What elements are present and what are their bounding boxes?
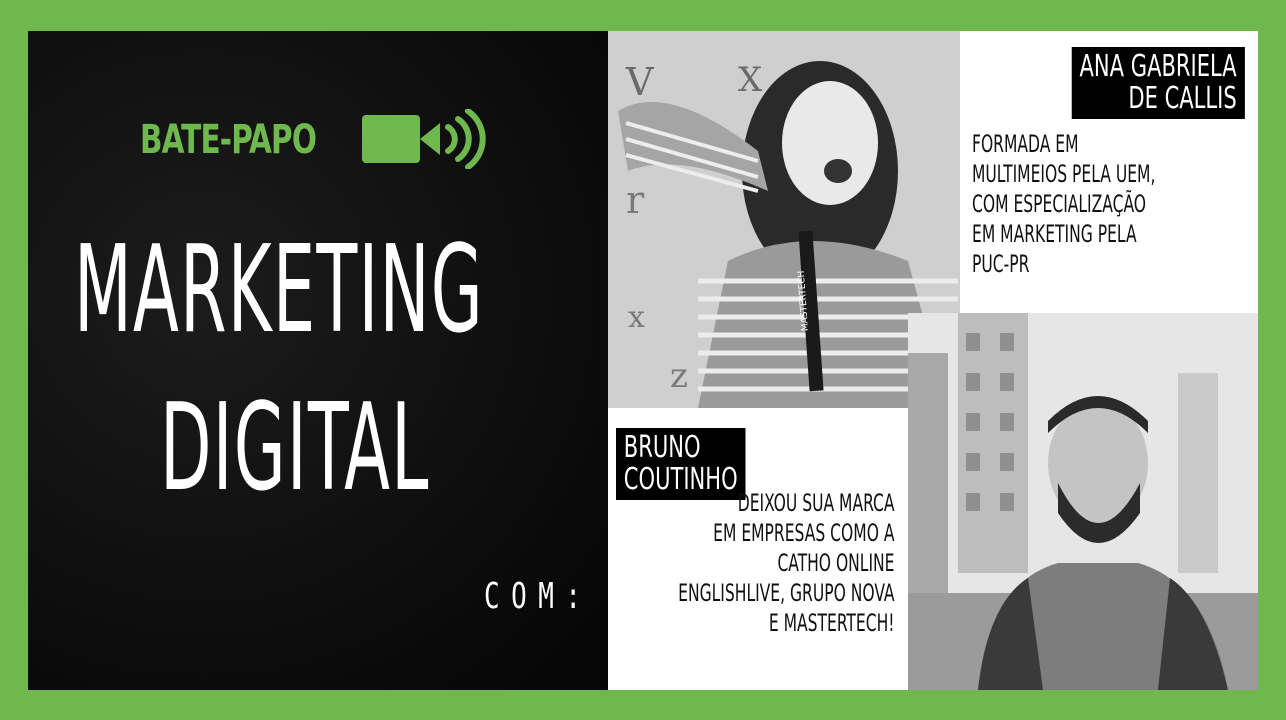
speaker2-bio-line: ENGLISHLIVE, GRUPO NOVA <box>677 579 894 607</box>
banner: BATE-PAPO MARKETING DIGITAL COM: V X r x… <box>28 31 1258 690</box>
speaker1-bio-line: EM MARKETING PELA <box>972 220 1137 248</box>
speaker1-name-line1: ANA GABRIELA <box>1079 49 1237 84</box>
speaker1-bio-line: PUC-PR <box>972 250 1030 278</box>
speaker2-name-line1: BRUNO <box>623 430 701 465</box>
title-panel: BATE-PAPO MARKETING DIGITAL COM: <box>28 31 608 690</box>
speaker1-bio-line: COM ESPECIALIZAÇÃO <box>972 190 1147 218</box>
speaker1-bio-line: MULTIMEIOS PELA UEM, <box>972 160 1156 188</box>
speaker2-bio-line: E MASTERTECH! <box>768 609 894 637</box>
video-camera-icon <box>362 109 486 169</box>
svg-text:x: x <box>628 300 645 335</box>
speaker2-bio-line: DEIXOU SUA MARCA <box>737 489 894 517</box>
svg-text:r: r <box>626 178 645 222</box>
speaker1-bio-line: FORMADA EM <box>972 130 1079 158</box>
svg-text:z: z <box>670 356 688 396</box>
speaker1-name-line2: DE CALLIS <box>1127 81 1237 116</box>
speaker1-bio: FORMADA EM MULTIMEIOS PELA UEM, COM ESPE… <box>972 129 1155 279</box>
speaker2-bio: DEIXOU SUA MARCA EM EMPRESAS COMO A CATH… <box>678 488 894 638</box>
com-label: COM: <box>484 576 593 617</box>
bate-papo-tag: BATE-PAPO <box>140 117 317 163</box>
title-marketing: MARKETING <box>74 221 484 360</box>
speaker1-name: ANA GABRIELA DE CALLIS <box>1071 47 1244 119</box>
speaker2-bio-line: EM EMPRESAS COMO A <box>712 519 894 547</box>
speaker2-card: BRUNO COUTINHO DEIXOU SUA MARCA EM EMPRE… <box>608 408 908 690</box>
title-digital: DIGITAL <box>160 379 430 518</box>
svg-text:X: X <box>738 60 763 100</box>
speaker1-card: ANA GABRIELA DE CALLIS FORMADA EM MULTIM… <box>960 31 1258 313</box>
green-frame: BATE-PAPO MARKETING DIGITAL COM: V X r x… <box>0 0 1286 720</box>
svg-text:V: V <box>625 60 654 104</box>
speaker2-photo <box>908 313 1258 690</box>
speaker2-bio-line: CATHO ONLINE <box>776 549 894 577</box>
